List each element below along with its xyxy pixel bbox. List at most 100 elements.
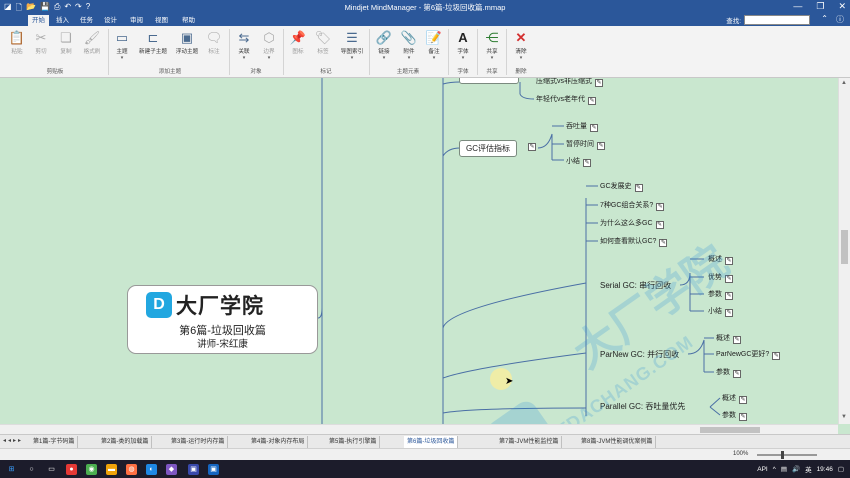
doc-tab[interactable]: 第3篇-运行时内存篇 bbox=[168, 436, 229, 448]
relationship-button[interactable]: ⇆ 关联 ▾ bbox=[231, 29, 257, 61]
scroll-down-icon[interactable]: ▼ bbox=[841, 414, 847, 420]
topic-summary[interactable]: 小结 ✎ bbox=[566, 156, 591, 167]
doc-tab-active[interactable]: 第6篇-垃圾回收篇 bbox=[404, 436, 459, 448]
ime-indicator[interactable]: 英 bbox=[805, 464, 812, 474]
paste-button[interactable]: 📋 粘贴 bbox=[4, 29, 30, 55]
note-icon[interactable]: ✎ bbox=[655, 221, 664, 229]
delete-button[interactable]: ✕ 清除 ▾ bbox=[508, 29, 534, 61]
central-topic[interactable]: D 大厂学院 第6篇-垃圾回收篇 讲师-宋红康 bbox=[127, 285, 318, 354]
note-icon[interactable]: ✎ bbox=[733, 370, 741, 378]
topic-serial-advantage[interactable]: 优势 ✎ bbox=[708, 272, 733, 283]
doc-tab[interactable]: 第4篇-对象内存布局 bbox=[248, 436, 309, 448]
edge-icon[interactable]: ◐ bbox=[146, 464, 157, 475]
topic-default-gc[interactable]: 如何查看默认GC? ✎ bbox=[600, 236, 668, 247]
note-icon[interactable]: ✎ bbox=[733, 336, 741, 344]
tab-home[interactable]: 开始 bbox=[28, 15, 49, 26]
note-icon[interactable]: ✎ bbox=[725, 292, 733, 300]
note-icon[interactable]: ✎ bbox=[739, 413, 747, 421]
topic-parnew-better[interactable]: ParNewGC更好? ✎ bbox=[716, 349, 781, 360]
new-subtopic-button[interactable]: ⊏ 新建子主题 bbox=[136, 29, 170, 55]
note-icon[interactable]: ✎ bbox=[725, 309, 733, 317]
vertical-scrollbar[interactable]: ▲ ▼ bbox=[838, 78, 850, 424]
scroll-up-icon[interactable]: ▲ bbox=[841, 80, 847, 86]
info-icon[interactable]: ⓘ bbox=[836, 14, 844, 25]
tab-help[interactable]: 帮助 bbox=[178, 15, 199, 26]
topic-parallel-params[interactable]: 参数 ✎ bbox=[722, 410, 747, 421]
topic-gc-metrics[interactable]: GC评估指标 bbox=[459, 140, 517, 157]
note-icon[interactable]: ✎ bbox=[597, 142, 605, 150]
floating-topic-button[interactable]: ▣ 浮动主题 bbox=[172, 29, 202, 55]
tab-insert[interactable]: 插入 bbox=[52, 15, 73, 26]
attachment-button[interactable]: 📎 附件 ▾ bbox=[396, 29, 422, 61]
note-icon[interactable]: ✎ bbox=[772, 352, 781, 360]
topic-parnew-params[interactable]: 参数 ✎ bbox=[716, 367, 741, 378]
topic-button[interactable]: ▭ 主题 ▾ bbox=[109, 29, 135, 61]
minimize-icon[interactable]: — bbox=[793, 1, 802, 12]
collapse-ribbon-icon[interactable]: ⌃ bbox=[821, 14, 828, 25]
topic-pause-time[interactable]: 暂停时间 ✎ bbox=[566, 139, 605, 150]
folder-icon[interactable]: ▬ bbox=[106, 464, 117, 475]
close-icon[interactable]: ✕ bbox=[838, 1, 846, 12]
mindmanager-icon[interactable]: ▣ bbox=[208, 464, 219, 475]
topic-young-old[interactable]: 年轻代vs老年代 ✎ bbox=[536, 94, 596, 105]
callout-button[interactable]: 🗨 标注 bbox=[201, 29, 227, 55]
copy-button[interactable]: ❏ 复制 bbox=[53, 29, 79, 55]
task-view-icon[interactable]: ▭ bbox=[46, 464, 57, 475]
topic-gc-history[interactable]: GC发展史 ✎ bbox=[600, 181, 643, 192]
link-button[interactable]: 🔗 链接 ▾ bbox=[371, 29, 397, 61]
search-icon[interactable]: ○ bbox=[26, 464, 37, 475]
search-input[interactable] bbox=[744, 15, 810, 25]
editor-icon[interactable]: ▣ bbox=[188, 464, 199, 475]
boundary-button[interactable]: ⬡ 边界 ▾ bbox=[256, 29, 282, 61]
notification-icon[interactable]: ▢ bbox=[838, 465, 844, 473]
map-index-button[interactable]: ☰ 导图索引 ▾ bbox=[336, 29, 368, 61]
topic-serial-overview[interactable]: 概述 ✎ bbox=[708, 254, 733, 265]
note-icon[interactable]: ✎ bbox=[595, 79, 603, 87]
map-canvas[interactable]: 压缩式vs非压缩式 ✎ 年轻代vs老年代 ✎ GC评估指标 ✎ 吞吐量 ✎ 暂停时间 ✎… bbox=[0, 78, 838, 424]
cut-button[interactable]: ✂ 剪切 bbox=[28, 29, 54, 55]
tab-view[interactable]: 视图 bbox=[151, 15, 172, 26]
share-button[interactable]: ⋲ 共享 ▾ bbox=[479, 29, 505, 61]
doc-tab[interactable]: 第2篇-类的加载篇 bbox=[98, 436, 153, 448]
topic-serial-summary[interactable]: 小结 ✎ bbox=[708, 306, 733, 317]
doc-tab[interactable]: 第8篇-JVM性能调优案例篇 bbox=[578, 436, 657, 448]
note-icon[interactable]: ✎ bbox=[725, 275, 733, 283]
tab-review[interactable]: 审阅 bbox=[126, 15, 147, 26]
topic-parnew-overview[interactable]: 概述 ✎ bbox=[716, 333, 741, 344]
note-icon[interactable]: ✎ bbox=[659, 239, 668, 247]
tab-design[interactable]: 设计 bbox=[100, 15, 121, 26]
chrome-icon[interactable]: ◉ bbox=[86, 464, 97, 475]
topic-parallel-gc[interactable]: Parallel GC: 吞吐量优先 bbox=[600, 401, 685, 412]
note-icon[interactable]: ✎ bbox=[656, 203, 665, 211]
note-icon[interactable]: ✎ bbox=[739, 396, 747, 404]
notes-button[interactable]: 📝 备注 ▾ bbox=[421, 29, 447, 61]
topic-compact[interactable]: 压缩式vs非压缩式 ✎ bbox=[536, 78, 603, 87]
topic-gc-combinations[interactable]: 7种GC组合关系? ✎ bbox=[600, 200, 665, 211]
note-icon[interactable]: ✎ bbox=[583, 159, 591, 167]
note-icon[interactable]: ✎ bbox=[725, 257, 733, 265]
zoom-slider[interactable] bbox=[757, 451, 817, 459]
note-icon[interactable]: ✎ bbox=[525, 142, 536, 151]
topic-why-many-gc[interactable]: 为什么这么多GC ✎ bbox=[600, 218, 664, 229]
topic-partial[interactable] bbox=[459, 78, 519, 84]
doc-tab[interactable]: 第7篇-JVM性能监控篇 bbox=[496, 436, 563, 448]
topic-parnew-gc[interactable]: ParNew GC: 并行回收 bbox=[600, 349, 679, 360]
topic-throughput[interactable]: 吞吐量 ✎ bbox=[566, 121, 598, 132]
scrollbar-thumb[interactable] bbox=[841, 230, 848, 264]
firefox-icon[interactable]: ◍ bbox=[126, 464, 137, 475]
font-button[interactable]: A 字体 ▾ bbox=[450, 29, 476, 61]
scrollbar-thumb[interactable] bbox=[700, 427, 760, 433]
topic-serial-params[interactable]: 参数 ✎ bbox=[708, 289, 733, 300]
topic-parallel-overview[interactable]: 概述 ✎ bbox=[722, 393, 747, 404]
tab-nav-arrows[interactable]: ◂◂▸▸ bbox=[3, 437, 23, 444]
tags-button[interactable]: 🏷 标签 bbox=[310, 29, 336, 55]
horizontal-scrollbar[interactable] bbox=[0, 424, 838, 434]
zoom-slider-knob[interactable] bbox=[781, 451, 784, 459]
tab-task[interactable]: 任务 bbox=[76, 15, 97, 26]
note-icon[interactable]: ✎ bbox=[634, 184, 643, 192]
browser-icon[interactable]: ● bbox=[66, 464, 77, 475]
app-icon[interactable]: ◆ bbox=[166, 464, 177, 475]
restore-icon[interactable]: ❐ bbox=[816, 1, 824, 12]
windows-start-icon[interactable]: ⊞ bbox=[6, 464, 17, 475]
volume-icon[interactable]: 🔊 bbox=[792, 465, 800, 473]
